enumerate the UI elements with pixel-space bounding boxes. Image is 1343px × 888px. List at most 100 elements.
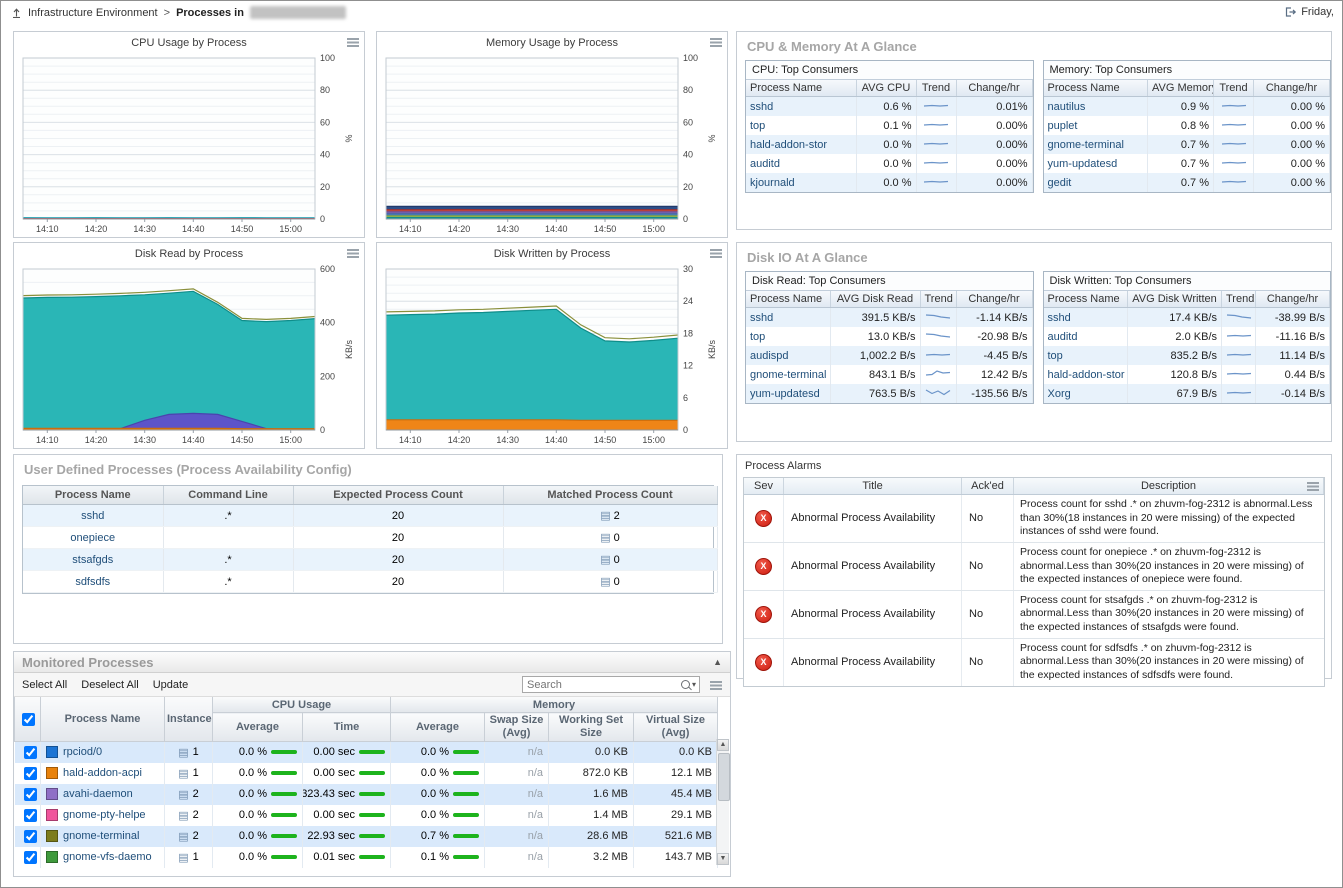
column-header[interactable]: Ack'ed	[962, 478, 1014, 494]
process-name-link[interactable]: gnome-vfs-daemo	[63, 851, 152, 863]
severity-fatal-icon[interactable]: X	[755, 558, 772, 575]
column-header-instances[interactable]: Instances	[165, 697, 213, 742]
instances-popup-icon[interactable]: ▤	[178, 851, 188, 864]
process-name-link[interactable]: top	[1044, 346, 1128, 365]
column-header[interactable]: Change/hr	[1256, 291, 1330, 308]
process-name-link[interactable]: audispd	[746, 346, 830, 365]
matched-count-popup-icon[interactable]: ▤	[600, 510, 610, 522]
process-name-link[interactable]: rpciod/0	[63, 746, 102, 758]
severity-fatal-icon[interactable]: X	[755, 606, 772, 623]
process-name-link[interactable]: sshd	[1044, 308, 1128, 328]
process-name-link[interactable]: top	[746, 116, 856, 135]
deselect-all-button[interactable]: Deselect All	[81, 679, 138, 691]
process-name-link[interactable]: gnome-pty-helpe	[63, 809, 146, 821]
process-name-link[interactable]: avahi-daemon	[63, 788, 133, 800]
chart-customizer-icon[interactable]	[347, 37, 359, 47]
column-header-swap-size[interactable]: Swap Size (Avg)	[485, 713, 549, 742]
column-header[interactable]: AVG Disk Written	[1128, 291, 1222, 308]
column-header[interactable]: Trend	[1214, 80, 1254, 97]
process-name-link[interactable]: sshd	[746, 308, 830, 328]
row-checkbox[interactable]	[24, 746, 37, 759]
table-customizer-icon[interactable]	[1307, 481, 1319, 491]
process-name-link[interactable]: hald-addon-acpi	[63, 767, 142, 779]
column-header-cpu-time[interactable]: Time	[303, 713, 391, 742]
instances-popup-icon[interactable]: ▤	[178, 830, 188, 843]
process-name-link[interactable]: sdfsdfs	[23, 571, 163, 593]
process-name-link[interactable]: gedit	[1044, 173, 1148, 192]
process-name-link[interactable]: auditd	[746, 154, 856, 173]
column-header[interactable]: Trend	[920, 291, 956, 308]
process-name-link[interactable]: gnome-terminal	[63, 830, 139, 842]
collapse-panel-icon[interactable]: ▲	[713, 657, 722, 667]
instances-popup-icon[interactable]: ▤	[178, 788, 188, 801]
process-name-link[interactable]: onepiece	[23, 527, 163, 549]
chart-customizer-icon[interactable]	[347, 248, 359, 258]
severity-fatal-icon[interactable]: X	[755, 510, 772, 527]
select-all-checkbox[interactable]	[22, 713, 35, 726]
row-checkbox[interactable]	[24, 809, 37, 822]
column-header[interactable]: AVG CPU	[856, 80, 916, 97]
column-header[interactable]: Process Name	[1044, 291, 1128, 308]
scroll-down-button[interactable]: ▼	[717, 853, 729, 865]
process-name-link[interactable]: yum-updatesd	[746, 384, 830, 403]
chart-customizer-icon[interactable]	[710, 37, 722, 47]
process-name-link[interactable]: stsafgds	[23, 549, 163, 571]
update-button[interactable]: Update	[153, 679, 188, 691]
chart-customizer-icon[interactable]	[710, 248, 722, 258]
logout-icon[interactable]	[1284, 6, 1297, 18]
process-name-link[interactable]: top	[746, 327, 830, 346]
column-header-memory-average[interactable]: Average	[391, 713, 485, 742]
column-header[interactable]: Change/hr	[1254, 80, 1330, 97]
scroll-thumb[interactable]	[718, 753, 730, 801]
process-name-link[interactable]: sshd	[23, 505, 163, 527]
instances-popup-icon[interactable]: ▤	[178, 767, 188, 780]
column-header[interactable]: Matched Process Count	[503, 486, 717, 505]
column-header[interactable]: Sev	[744, 478, 784, 494]
process-name-link[interactable]: hald-addon-stor	[746, 135, 856, 154]
column-header[interactable]: Description	[1014, 478, 1324, 494]
matched-count-popup-icon[interactable]: ▤	[600, 576, 610, 588]
column-header-process-name[interactable]: Process Name	[41, 697, 165, 742]
column-header[interactable]: Process Name	[23, 486, 163, 505]
process-name-link[interactable]: gnome-terminal	[746, 365, 830, 384]
row-checkbox[interactable]	[24, 851, 37, 864]
column-header[interactable]: Process Name	[746, 291, 830, 308]
column-header[interactable]: Trend	[1222, 291, 1256, 308]
process-name-link[interactable]: Xorg	[1044, 384, 1128, 403]
column-header[interactable]: Trend	[916, 80, 956, 97]
column-header-working-set[interactable]: Working Set Size	[549, 713, 634, 742]
instances-popup-icon[interactable]: ▤	[178, 809, 188, 822]
instances-popup-icon[interactable]: ▤	[178, 746, 188, 759]
column-header-cpu-average[interactable]: Average	[213, 713, 303, 742]
process-name-link[interactable]: nautilus	[1044, 97, 1148, 117]
column-header[interactable]: Expected Process Count	[293, 486, 503, 505]
row-checkbox[interactable]	[24, 767, 37, 780]
column-header[interactable]: Process Name	[746, 80, 856, 97]
vertical-scrollbar[interactable]: ▲ ▼	[716, 739, 729, 865]
process-name-link[interactable]: puplet	[1044, 116, 1148, 135]
process-name-link[interactable]: yum-updatesd	[1044, 154, 1148, 173]
matched-count-popup-icon[interactable]: ▤	[600, 554, 610, 566]
process-name-link[interactable]: kjournald	[746, 173, 856, 192]
table-customizer-icon[interactable]	[710, 680, 722, 690]
search-options-arrow-icon[interactable]: ▾	[692, 680, 696, 689]
row-checkbox[interactable]	[24, 830, 37, 843]
column-header[interactable]: Change/hr	[956, 291, 1032, 308]
scroll-up-button[interactable]: ▲	[717, 739, 729, 751]
column-header[interactable]: Title	[784, 478, 962, 494]
column-header[interactable]: AVG Memory	[1148, 80, 1214, 97]
breadcrumb-link-environment[interactable]: Infrastructure Environment	[28, 7, 158, 19]
column-header[interactable]: Command Line	[163, 486, 293, 505]
search-icon[interactable]	[681, 680, 690, 689]
select-all-button[interactable]: Select All	[22, 679, 67, 691]
column-header-virtual-size[interactable]: Virtual Size (Avg)	[634, 713, 718, 742]
column-header[interactable]: AVG Disk Read	[830, 291, 920, 308]
process-name-link[interactable]: gnome-terminal	[1044, 135, 1148, 154]
search-input[interactable]	[523, 679, 681, 691]
process-name-link[interactable]: sshd	[746, 97, 856, 117]
matched-count-popup-icon[interactable]: ▤	[600, 532, 610, 544]
process-name-link[interactable]: hald-addon-stor	[1044, 365, 1128, 384]
column-header[interactable]: Process Name	[1044, 80, 1148, 97]
row-checkbox[interactable]	[24, 788, 37, 801]
column-header[interactable]: Change/hr	[956, 80, 1032, 97]
